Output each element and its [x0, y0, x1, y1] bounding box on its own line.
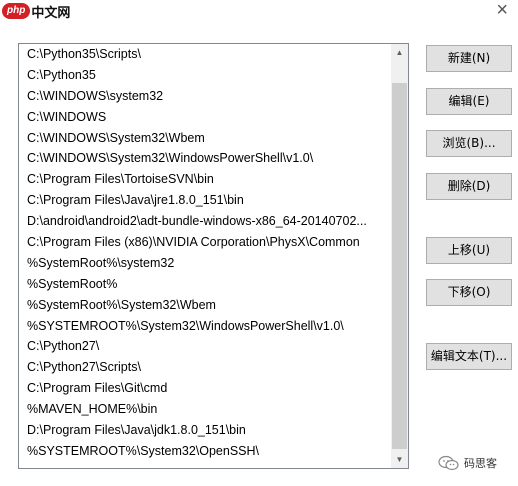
move-down-button[interactable]: 下移(O): [426, 279, 512, 306]
path-list-box[interactable]: C:\Python35\Scripts\ C:\Python35 C:\WINDOW…: [18, 43, 409, 469]
delete-button[interactable]: 删除(D): [426, 173, 512, 200]
scroll-down-arrow-icon[interactable]: ▼: [391, 451, 408, 468]
new-button[interactable]: 新建(N): [426, 45, 512, 72]
footer-watermark: 码思客: [438, 454, 497, 472]
path-list[interactable]: C:\Python35\Scripts\ C:\Python35 C:\WINDOW…: [19, 44, 392, 468]
path-list-item[interactable]: C:\WINDOWS\System32\WindowsPowerShell\v1…: [19, 148, 392, 169]
vertical-scrollbar[interactable]: ▲ ▼: [391, 44, 408, 468]
path-list-item[interactable]: %SYSTEMROOT%\System32\OpenSSH\: [19, 441, 392, 462]
watermark-logo: php 中文网: [2, 1, 70, 21]
php-logo-badge: php: [2, 3, 31, 19]
title-bar: php 中文网 ×: [0, 0, 518, 24]
path-list-item[interactable]: C:\Program Files\Java\jre1.8.0_151\bin: [19, 190, 392, 211]
close-icon[interactable]: ×: [496, 0, 508, 20]
scrollbar-thumb[interactable]: [392, 83, 407, 449]
edit-button[interactable]: 编辑(E): [426, 88, 512, 115]
edit-text-button[interactable]: 编辑文本(T)...: [426, 343, 512, 370]
path-list-item[interactable]: C:\Python35: [19, 65, 392, 86]
scroll-up-arrow-icon[interactable]: ▲: [391, 44, 408, 61]
path-list-item[interactable]: %SYSTEMROOT%\System32\WindowsPowerShell\…: [19, 316, 392, 337]
path-list-item[interactable]: C:\Program Files (x86)\NVIDIA Corporatio…: [19, 232, 392, 253]
path-list-item[interactable]: C:\WINDOWS\System32\Wbem: [19, 128, 392, 149]
path-list-item[interactable]: D:\Program Files\Java\jdk1.8.0_151\bin: [19, 420, 392, 441]
path-list-item[interactable]: %SystemRoot%: [19, 274, 392, 295]
path-list-item[interactable]: C:\Python27\Scripts\: [19, 357, 392, 378]
path-list-item[interactable]: C:\Python27\: [19, 336, 392, 357]
path-list-item[interactable]: %SystemRoot%\System32\Wbem: [19, 295, 392, 316]
move-up-button[interactable]: 上移(U): [426, 237, 512, 264]
path-list-item[interactable]: C:\WINDOWS: [19, 107, 392, 128]
php-logo-text: 中文网: [31, 4, 71, 20]
browse-button[interactable]: 浏览(B)...: [426, 130, 512, 157]
path-list-item[interactable]: C:\Program Files\Git\cmd: [19, 378, 392, 399]
path-list-item[interactable]: C:\Python35\Scripts\: [19, 44, 392, 65]
path-list-item[interactable]: %SystemRoot%\system32: [19, 253, 392, 274]
wechat-icon: [438, 455, 459, 471]
watermark-text: 码思客: [464, 458, 497, 470]
path-list-item[interactable]: C:\WINDOWS\system32: [19, 86, 392, 107]
path-list-item[interactable]: %MAVEN_HOME%\bin: [19, 399, 392, 420]
path-list-item[interactable]: C:\Program Files\TortoiseSVN\bin: [19, 169, 392, 190]
path-list-item[interactable]: D:\android\android2\adt-bundle-windows-x…: [19, 211, 392, 232]
